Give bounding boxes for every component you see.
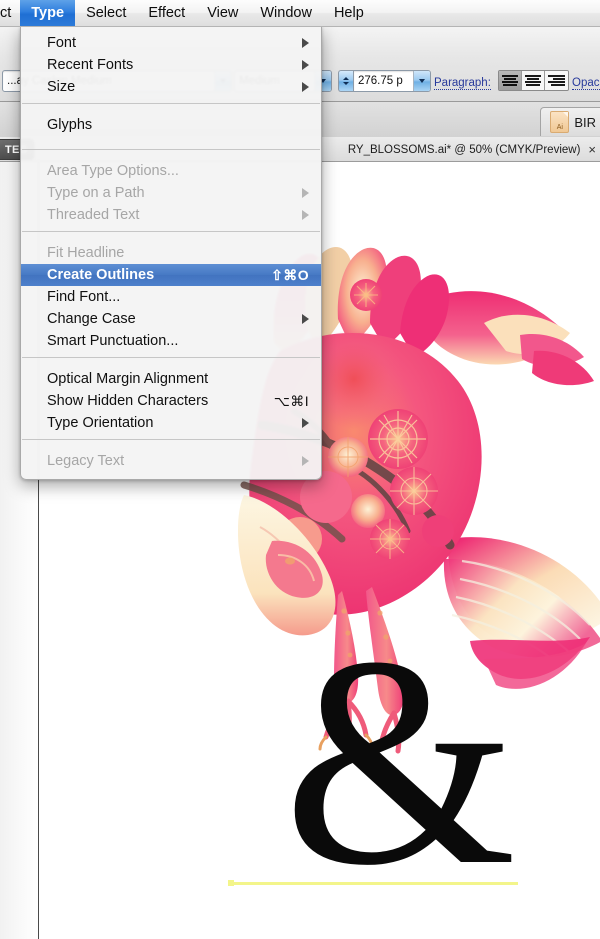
menu-item-font[interactable]: Font <box>21 32 321 54</box>
menu-item-create-outlines[interactable]: Create Outlines ⇧⌘O <box>21 264 321 286</box>
menu-bar-item-object[interactable]: ct <box>0 0 20 26</box>
menu-item-smart-punctuation[interactable]: Smart Punctuation... <box>21 330 321 352</box>
menu-bar-item-type[interactable]: Type <box>20 0 76 26</box>
chevron-down-icon[interactable] <box>413 71 430 91</box>
menu-item-recent-fonts[interactable]: Recent Fonts <box>21 54 321 76</box>
align-center-button[interactable] <box>522 71 545 90</box>
document-title: RY_BLOSSOMS.ai* @ 50% (CMYK/Preview) × <box>348 139 596 160</box>
ai-document-icon <box>550 111 570 133</box>
align-left-button[interactable] <box>499 71 522 90</box>
menu-item-glyphs[interactable]: Glyphs <box>21 114 321 136</box>
menu-separator <box>22 439 320 440</box>
menu-item-legacy-text: Legacy Text <box>21 450 321 472</box>
document-tab-bir[interactable]: BIR <box>540 107 600 136</box>
align-right-button[interactable] <box>545 71 568 90</box>
submenu-arrow-icon <box>302 188 309 198</box>
font-size-stepper[interactable] <box>338 70 353 92</box>
menu-item-show-hidden-characters[interactable]: Show Hidden Characters ⌥⌘I <box>21 390 321 412</box>
submenu-arrow-icon <box>302 82 309 92</box>
font-size-control[interactable]: 276.75 p <box>338 70 431 92</box>
menu-bar-item-help[interactable]: Help <box>323 0 375 26</box>
menu-separator <box>22 149 320 150</box>
menu-item-type-on-a-path: Type on a Path <box>21 182 321 204</box>
menu-item-find-font[interactable]: Find Font... <box>21 286 321 308</box>
ampersand-text-object[interactable]: & <box>250 611 550 911</box>
submenu-arrow-icon <box>302 314 309 324</box>
submenu-arrow-icon <box>302 60 309 70</box>
document-tab-label: BIR <box>574 114 596 130</box>
menu-bar-item-view[interactable]: View <box>196 0 249 26</box>
close-icon[interactable]: × <box>588 143 596 156</box>
text-baseline-indicator <box>228 882 518 885</box>
menu-item-shortcut: ⇧⌘O <box>271 266 309 283</box>
font-size-field[interactable]: 276.75 p <box>353 70 431 92</box>
menu-item-size[interactable]: Size <box>21 76 321 98</box>
document-title-text: RY_BLOSSOMS.ai* @ 50% (CMYK/Preview) <box>347 143 581 156</box>
menu-item-optical-margin-alignment[interactable]: Optical Margin Alignment <box>21 368 321 390</box>
menu-item-threaded-text: Threaded Text <box>21 204 321 226</box>
submenu-arrow-icon <box>302 418 309 428</box>
menu-item-change-case[interactable]: Change Case <box>21 308 321 330</box>
paragraph-align-group <box>498 70 569 91</box>
menu-separator <box>22 103 320 104</box>
menu-bar-item-effect[interactable]: Effect <box>137 0 196 26</box>
menu-bar: ct Type Select Effect View Window Help <box>0 0 600 27</box>
submenu-arrow-icon <box>302 456 309 466</box>
menu-item-fit-headline: Fit Headline <box>47 245 125 261</box>
text-anchor-point[interactable] <box>228 880 234 886</box>
illustrator-window: ct Type Select Effect View Window Help .… <box>0 0 600 939</box>
menu-item-shortcut: ⌥⌘I <box>273 392 309 409</box>
font-size-value: 276.75 p <box>358 75 403 87</box>
menu-bar-item-window[interactable]: Window <box>249 0 323 26</box>
submenu-arrow-icon <box>302 38 309 48</box>
menu-separator <box>22 357 320 358</box>
opacity-label[interactable]: Opac <box>572 73 600 91</box>
submenu-arrow-icon <box>302 210 309 220</box>
menu-bar-item-select[interactable]: Select <box>75 0 137 26</box>
menu-separator <box>22 231 320 232</box>
paragraph-label[interactable]: Paragraph: <box>434 73 491 91</box>
menu-item-type-orientation[interactable]: Type Orientation <box>21 412 321 434</box>
type-dropdown-menu: Font Recent Fonts Size Glyphs Area Type … <box>20 26 322 480</box>
menu-item-area-type-options: Area Type Options... <box>47 163 179 179</box>
